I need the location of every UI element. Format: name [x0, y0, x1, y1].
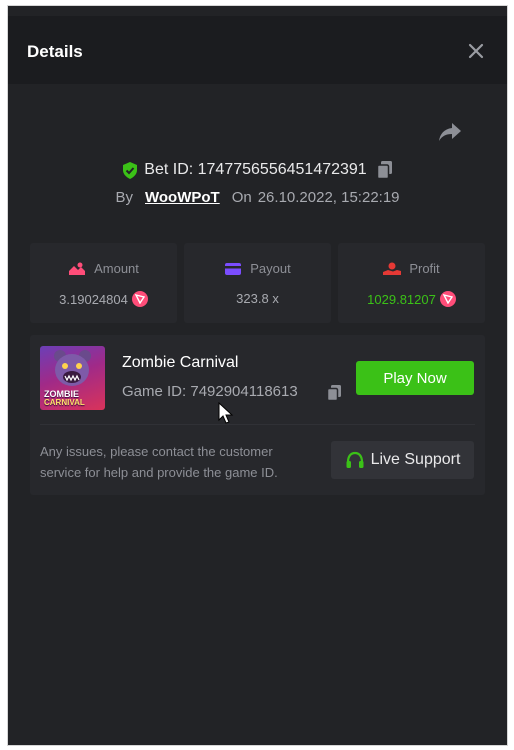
live-support-label: Live Support — [370, 451, 461, 468]
stat-profit-value: 1029.81207 — [367, 291, 436, 307]
stat-payout: Payout 323.8 x — [184, 243, 331, 323]
on-label: On — [231, 189, 252, 206]
bet-id-text: Bet ID: 1747756556451472391 — [144, 161, 367, 178]
modal-title: Details — [27, 42, 83, 61]
share-icon[interactable] — [438, 121, 462, 143]
game-thumbnail[interactable]: ZOMBIE CARNIVAL — [40, 346, 105, 410]
game-card: ZOMBIE CARNIVAL Zombie Carnival Game ID:… — [30, 335, 485, 495]
game-id: Game ID: 7492904118613 — [122, 383, 298, 400]
thumbnail-title-line2: CARNIVAL — [44, 398, 85, 407]
card-icon — [225, 262, 242, 275]
stat-payout-label: Payout — [250, 261, 291, 276]
close-icon[interactable] — [467, 42, 485, 60]
bet-id-row: Bet ID: 1747756556451472391 — [8, 161, 507, 179]
tron-icon — [131, 291, 148, 307]
stat-amount-value: 3.19024804 — [59, 291, 128, 307]
game-name: Zombie Carnival — [122, 354, 239, 371]
stat-amount-label: Amount — [94, 261, 139, 276]
background-page-fragment — [8, 6, 507, 16]
stats-row: Amount 3.19024804 Payout 323.8 x Profit … — [30, 243, 485, 323]
bet-datetime: 26.10.2022, 15:22:19 — [257, 189, 400, 206]
details-modal: Details Bet ID: 1747756556451472391 By W… — [8, 6, 507, 745]
amount-icon — [69, 262, 86, 275]
copy-icon[interactable] — [327, 385, 341, 401]
live-support-button[interactable]: Live Support — [331, 441, 474, 479]
stat-payout-value: 323.8 x — [236, 291, 279, 306]
modal-header: Details — [8, 16, 507, 84]
shield-check-icon — [123, 161, 138, 179]
copy-icon[interactable] — [376, 161, 393, 179]
by-label: By — [115, 189, 133, 206]
mouse-pointer-icon — [218, 402, 234, 424]
stat-profit: Profit 1029.81207 — [338, 243, 485, 323]
profit-icon — [383, 262, 402, 275]
bear-mascot-icon — [54, 350, 91, 386]
stat-profit-label: Profit — [409, 261, 440, 276]
bet-meta-row: By WooWPoT On 26.10.2022, 15:22:19 — [8, 189, 507, 206]
username-link[interactable]: WooWPoT — [145, 189, 220, 206]
tron-icon — [439, 291, 456, 307]
card-divider — [40, 424, 475, 425]
stat-amount: Amount 3.19024804 — [30, 243, 177, 323]
play-now-button[interactable]: Play Now — [356, 361, 474, 395]
headset-icon — [346, 451, 364, 468]
support-message: Any issues, please contact the customer … — [40, 444, 278, 480]
